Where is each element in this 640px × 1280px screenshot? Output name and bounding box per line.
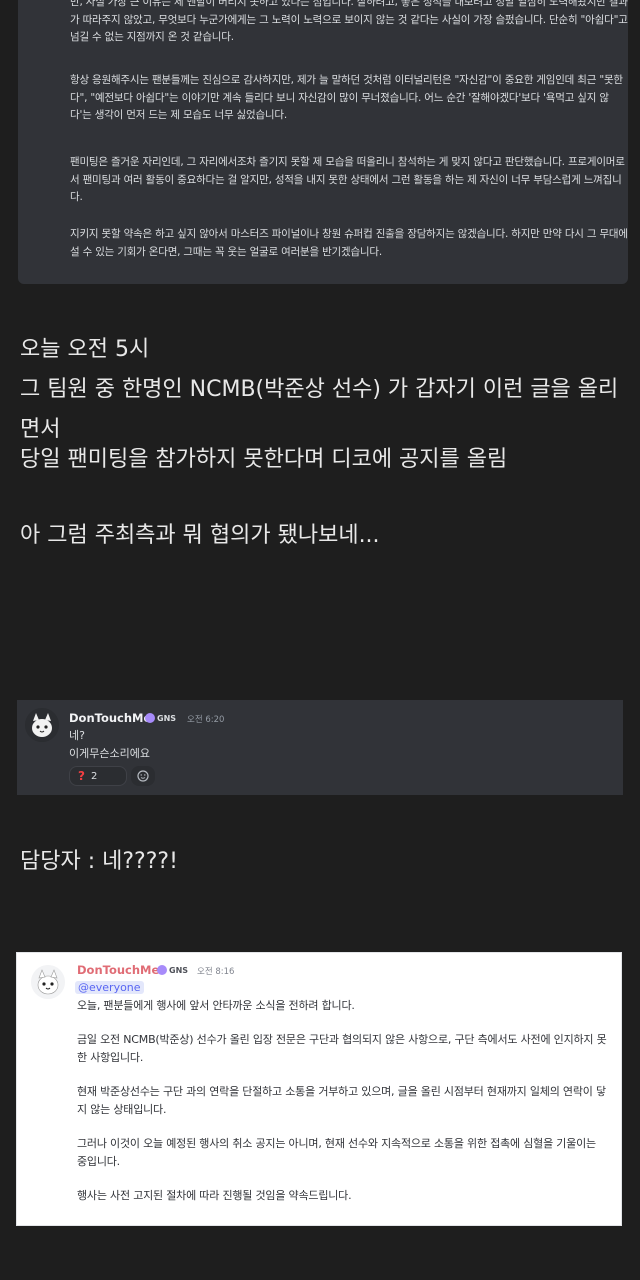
announcement-paragraph: 금일 오전 NCMB(박준상) 선수가 올린 입장 전문은 구단과 협의되지 않… xyxy=(77,1033,607,1064)
message-paragraph: 지키지 못할 약속은 하고 싶지 않아서 마스터즈 파이널이나 창원 슈퍼컵 진… xyxy=(70,228,628,258)
timestamp: 오전 8:16 xyxy=(197,967,235,977)
post-text-line: 오늘 오전 5시 xyxy=(20,337,150,362)
server-tag-label: GNS xyxy=(169,965,189,975)
post-text-line: 담당자 : 네????! xyxy=(20,849,178,874)
reaction-button[interactable]: ? 2 xyxy=(69,766,127,786)
announcement-paragraph: 행사는 사전 고지된 절차에 따라 진행될 것임을 약속드립니다. xyxy=(77,1189,352,1202)
announcement-card: DonTouchMe GNS 오전 8:16 @everyone 오늘, 팬분들… xyxy=(16,952,622,1226)
post-text-line: 아 그럼 주최측과 뭐 협의가 됐나보네... xyxy=(20,523,380,548)
post-text-line: 당일 팬미팅을 참가하지 못한다며 디코에 공지를 올림 xyxy=(20,447,508,472)
server-tag: GNS xyxy=(155,965,190,975)
message-paragraph: 팬미팅은 즐거운 자리인데, 그 자리에서조차 즐기지 못할 제 모습을 떠올리… xyxy=(70,156,625,203)
announcement-paragraph: 현재 박준상선수는 구단 과의 연락을 단절하고 소통을 거부하고 있으며, 글… xyxy=(77,1085,606,1116)
reaction-count: 2 xyxy=(90,770,98,782)
username[interactable]: DonTouchMe xyxy=(77,963,159,977)
username[interactable]: DonTouchMe xyxy=(69,711,151,725)
everyone-mention[interactable]: @everyone xyxy=(75,981,144,994)
announcement-paragraph: 오늘, 팬분들에게 행사에 앞서 안타까운 소식을 전하려 합니다. xyxy=(77,999,355,1012)
message-paragraph: 만, 사실 가장 큰 이유는 제 멘탈이 버티지 못하고 있다는 점입니다. 잘… xyxy=(70,0,628,43)
discord-message-card-top: 만, 사실 가장 큰 이유는 제 멘탈이 버티지 못하고 있다는 점입니다. 잘… xyxy=(18,0,628,284)
server-tag-label: GNS xyxy=(157,713,177,723)
cat-avatar-icon[interactable] xyxy=(25,708,59,742)
message-paragraph: 항상 응원해주시는 팬분들께는 진심으로 감사하지만, 제가 늘 말하던 것처럼… xyxy=(70,74,623,121)
post-text-line: 그 팀원 중 한명인 NCMB(박준상 선수) 가 갑자기 이런 글을 올리면서 xyxy=(20,377,619,442)
question-mark-icon: ? xyxy=(78,769,85,783)
add-reaction-icon[interactable] xyxy=(131,766,155,786)
announcement-paragraph: 그러나 이것이 오늘 예정된 행사의 취소 공지는 아니며, 현재 선수와 지속… xyxy=(77,1137,596,1168)
cat-avatar-icon[interactable] xyxy=(31,965,65,999)
message-text: 네? xyxy=(69,729,85,742)
message-text: 이게무슨소리에요 xyxy=(69,747,150,760)
discord-message-card: DonTouchMe GNS 오전 6:20 네? 이게무슨소리에요 ? 2 xyxy=(17,700,623,795)
timestamp: 오전 6:20 xyxy=(187,715,225,725)
gns-tag-icon xyxy=(157,965,167,975)
gns-tag-icon xyxy=(145,713,155,723)
server-tag: GNS xyxy=(143,713,178,723)
